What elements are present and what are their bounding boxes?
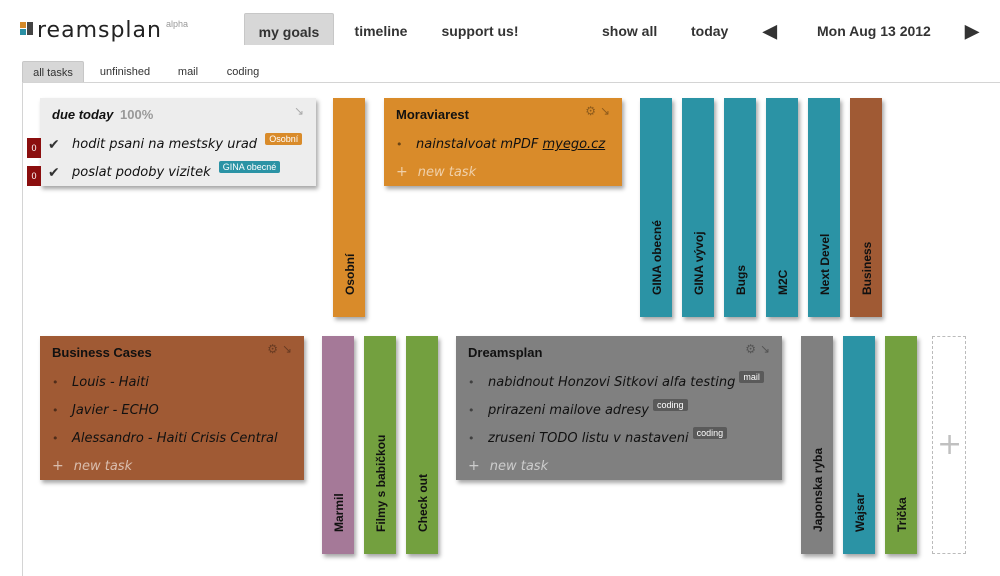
column-label: Japonska ryba [811, 447, 825, 532]
task-tag[interactable]: Osobní [265, 133, 303, 145]
task-text: nainstalvoat mPDF [416, 137, 543, 152]
column-label: Business [860, 241, 874, 295]
business-cases-card[interactable]: Business Cases ⚙↘ • Louis - Haiti • Javier… [40, 336, 304, 480]
add-column-button[interactable]: + [932, 336, 966, 554]
column-check-out[interactable]: Check out [406, 336, 438, 554]
column-label: Check out [416, 473, 430, 532]
task-text: poslat podoby vizitek [72, 165, 211, 180]
current-date: Mon Aug 13 2012 [817, 23, 931, 39]
column-label: Trička [895, 497, 909, 532]
column-label: Osobní [343, 253, 357, 295]
column-gina-obecne[interactable]: GINA obecné [640, 98, 672, 317]
list-item[interactable]: 0 ✔ hodit psani na mestsky urad Osobní [27, 133, 316, 164]
card-title: Business Cases [52, 345, 152, 360]
today-button[interactable]: today [691, 13, 728, 45]
header: reamsplan alpha my goals timeline suppor… [0, 0, 1000, 58]
new-task-button[interactable]: + new task [52, 458, 132, 474]
dreamsplan-card[interactable]: Dreamsplan ⚙↘ • nabidnout Honzovi Sitkovi… [456, 336, 782, 480]
column-label: GINA obecné [650, 220, 664, 295]
task-link[interactable]: myego.cz [542, 137, 605, 152]
task-tag[interactable]: coding [652, 399, 688, 411]
column-label: M2C [776, 269, 790, 295]
due-today-percent: 100% [120, 107, 154, 122]
tab-support-us[interactable]: support us! [436, 13, 524, 45]
task-tag[interactable]: mail [739, 371, 764, 383]
list-item[interactable]: • nainstalvoat mPDF myego.cz [384, 136, 622, 164]
due-today-title: due today [52, 107, 114, 122]
moraviarest-card[interactable]: Moraviarest ⚙↘ • nainstalvoat mPDF myego… [384, 98, 622, 186]
task-text: zruseni TODO listu v nastaveni [488, 431, 689, 446]
column-marmil[interactable]: Marmil [322, 336, 354, 554]
list-item[interactable]: 0 ✔ poslat podoby vizitek GINA obecné [27, 161, 316, 192]
task-text: nabidnout Honzovi Sitkovi alfa testing [488, 375, 736, 390]
tab-timeline[interactable]: timeline [345, 13, 417, 45]
column-wajsar[interactable]: Wajsar [843, 336, 875, 554]
filter-unfinished[interactable]: unfinished [96, 61, 154, 82]
column-label: GINA vývoj [692, 231, 706, 295]
due-today-card[interactable]: due today 100% ↘ 0 ✔ hodit psani na mest… [27, 98, 316, 186]
filter-all-tasks[interactable]: all tasks [22, 61, 84, 82]
column-m2c[interactable]: M2C [766, 98, 798, 317]
tab-my-goals[interactable]: my goals [244, 13, 334, 45]
card-title: Moraviarest [396, 107, 469, 122]
logo-alpha-badge: alpha [165, 19, 189, 29]
task-count-badge: 0 [27, 166, 41, 186]
prev-day-icon[interactable]: ◀ [763, 13, 777, 45]
check-icon[interactable]: ✔ [48, 164, 60, 182]
list-item[interactable]: • nabidnout Honzovi Sitkovi alfa testing m… [456, 371, 782, 402]
task-text: Javier - ECHO [72, 403, 159, 418]
plus-icon: + [937, 427, 963, 462]
next-day-icon[interactable]: ▶ [965, 13, 979, 45]
column-label: Next Devel [818, 233, 832, 295]
new-task-button[interactable]: + new task [396, 164, 476, 180]
logo[interactable]: reamsplan alpha [20, 18, 188, 44]
task-tag[interactable]: coding [692, 427, 728, 439]
collapse-icon[interactable]: ↘ [294, 104, 308, 118]
list-item[interactable]: • Javier - ECHO [40, 402, 304, 430]
logo-mark-icon [20, 22, 36, 40]
card-title: Dreamsplan [468, 345, 543, 360]
column-tricka[interactable]: Trička [885, 336, 917, 554]
card-tools-icon[interactable]: ⚙↘ [267, 342, 296, 356]
task-text: hodit psani na mestsky urad [72, 137, 258, 152]
list-item[interactable]: • zruseni TODO listu v nastaveni coding [456, 427, 782, 458]
column-filmy-s-babickou[interactable]: Filmy s babičkou [364, 336, 396, 554]
column-next-devel[interactable]: Next Devel [808, 98, 840, 317]
column-business[interactable]: Business [850, 98, 882, 317]
column-label: Marmil [332, 493, 346, 532]
filter-coding[interactable]: coding [222, 61, 264, 82]
task-text: Louis - Haiti [72, 375, 149, 390]
task-count-badge: 0 [27, 138, 41, 158]
new-task-button[interactable]: + new task [468, 458, 548, 474]
column-japonska-ryba[interactable]: Japonska ryba [801, 336, 833, 554]
list-item[interactable]: • Louis - Haiti [40, 374, 304, 402]
list-item[interactable]: • Alessandro - Haiti Crisis Central [40, 430, 304, 458]
filter-bar: all tasks unfinished mail coding [0, 58, 1000, 82]
column-bugs[interactable]: Bugs [724, 98, 756, 317]
task-text: Alessandro - Haiti Crisis Central [72, 431, 278, 446]
column-gina-vyvoj[interactable]: GINA vývoj [682, 98, 714, 317]
column-label: Filmy s babičkou [374, 434, 388, 532]
show-all-button[interactable]: show all [602, 13, 657, 45]
card-tools-icon[interactable]: ⚙↘ [585, 104, 614, 118]
card-tools-icon[interactable]: ⚙↘ [745, 342, 774, 356]
filter-mail[interactable]: mail [173, 61, 203, 82]
logo-text: reamsplan [37, 18, 162, 43]
column-label: Wajsar [853, 493, 867, 532]
column-osobni[interactable]: Osobní [333, 98, 365, 317]
column-label: Bugs [734, 265, 748, 295]
list-item[interactable]: • prirazeni mailove adresy coding [456, 399, 782, 430]
check-icon[interactable]: ✔ [48, 136, 60, 154]
task-text: prirazeni mailove adresy [488, 403, 649, 418]
task-tag[interactable]: GINA obecné [218, 161, 281, 173]
